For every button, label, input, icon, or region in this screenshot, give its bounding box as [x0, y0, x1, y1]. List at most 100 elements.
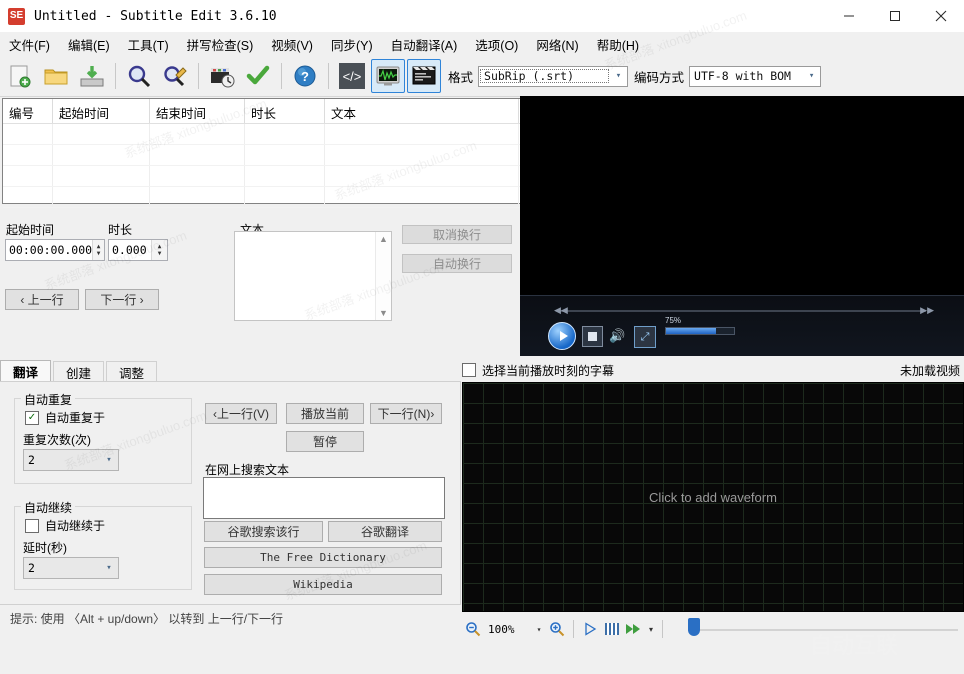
source-view-icon[interactable]: </> [335, 59, 369, 93]
help-icon[interactable]: ? [288, 59, 322, 93]
fast-forward-icon[interactable] [623, 618, 645, 640]
spinner-arrows-icon[interactable]: ▲▼ [151, 240, 167, 260]
previous-line-button[interactable]: ‹ 上一行 [5, 289, 79, 310]
checkbox-checked-icon: ✓ [25, 411, 39, 425]
zoom-in-icon[interactable] [546, 618, 568, 640]
column-text[interactable]: 文本 [325, 99, 519, 123]
column-number[interactable]: 编号 [3, 99, 53, 123]
video-surface[interactable] [520, 96, 964, 296]
menu-video[interactable]: 视频(V) [262, 32, 322, 57]
next-line-button[interactable]: 下一行 › [85, 289, 159, 310]
chevron-down-icon: ▾ [100, 563, 118, 573]
translate-next-line-button[interactable]: 下一行(N)› [370, 403, 442, 424]
svg-text:</>: </> [343, 69, 362, 84]
pause-button[interactable]: 暂停 [286, 431, 364, 452]
web-search-input[interactable] [203, 477, 445, 519]
menu-options[interactable]: 选项(O) [466, 32, 527, 57]
stop-button[interactable] [582, 326, 603, 347]
table-row[interactable] [3, 145, 521, 166]
open-folder-icon[interactable] [39, 59, 73, 93]
waveform-canvas[interactable]: Click to add waveform [462, 382, 964, 612]
grid-icon[interactable] [601, 618, 623, 640]
select-current-subtitle-checkbox[interactable] [462, 363, 476, 377]
unbreak-button[interactable]: 取消换行 [402, 225, 512, 244]
format-label: 格式 [448, 67, 473, 86]
table-row[interactable] [3, 187, 521, 208]
tab-translate[interactable]: 翻译 [0, 360, 51, 382]
fix-common-errors-icon[interactable] [241, 59, 275, 93]
web-search-group: 在网上搜索文本 [203, 469, 443, 519]
menu-network[interactable]: 网络(N) [527, 32, 587, 57]
minimize-button[interactable] [826, 0, 872, 32]
wikipedia-button[interactable]: Wikipedia [204, 574, 442, 595]
slider-thumb[interactable] [688, 618, 700, 636]
waveform-zoom-select[interactable]: 100% ▾ [484, 620, 546, 639]
free-dictionary-button[interactable]: The Free Dictionary [204, 547, 442, 568]
menu-edit[interactable]: 编辑(E) [59, 32, 119, 57]
forward-icon[interactable]: ▶▶ [920, 305, 934, 316]
google-search-button[interactable]: 谷歌搜索该行 [204, 521, 323, 542]
translate-previous-line-button[interactable]: ‹上一行(V) [205, 403, 277, 424]
menu-synchronization[interactable]: 同步(Y) [322, 32, 382, 57]
svg-text:?: ? [301, 69, 309, 84]
play-button[interactable] [548, 322, 576, 350]
spinner-arrows-icon[interactable]: ▲▼ [92, 240, 104, 260]
search-icon[interactable] [122, 59, 156, 93]
fullscreen-icon[interactable]: ⤢ [634, 326, 656, 348]
scroll-up-icon[interactable]: ▲ [379, 234, 388, 244]
new-file-icon[interactable] [3, 59, 37, 93]
title-bar: SE Untitled - Subtitle Edit 3.6.10 [0, 0, 964, 33]
repeat-count-value: 2 [24, 453, 100, 467]
table-row[interactable] [3, 166, 521, 187]
auto-continue-checkbox[interactable]: 自动继续于 [25, 517, 105, 534]
tab-create[interactable]: 创建 [53, 361, 104, 382]
waveform-placeholder-text: Click to add waveform [649, 490, 777, 505]
sync-timing-icon[interactable] [205, 59, 239, 93]
volume-slider[interactable] [665, 327, 735, 335]
menu-auto-translate[interactable]: 自动翻译(A) [382, 32, 467, 57]
video-seek-bar[interactable]: ◀◀ ▶▶ [536, 305, 948, 317]
menu-spellcheck[interactable]: 拼写检查(S) [178, 32, 263, 57]
format-value: SubRip (.srt) [480, 69, 609, 83]
google-translate-button[interactable]: 谷歌翻译 [328, 521, 442, 542]
table-row[interactable] [3, 124, 521, 145]
text-scrollbar[interactable]: ▲ ▼ [375, 232, 391, 320]
delay-select[interactable]: 2 ▾ [23, 557, 119, 579]
subtitle-text-input[interactable]: ▲ ▼ [234, 231, 392, 321]
subtitle-text-value[interactable] [235, 232, 375, 320]
menu-file[interactable]: 文件(F) [0, 32, 59, 57]
zoom-out-icon[interactable] [462, 618, 484, 640]
column-end-time[interactable]: 结束时间 [150, 99, 245, 123]
menu-bar: 文件(F) 编辑(E) 工具(T) 拼写检查(S) 视频(V) 同步(Y) 自动… [0, 32, 964, 56]
toggle-video-icon[interactable] [407, 59, 441, 93]
close-button[interactable] [918, 0, 964, 32]
scroll-down-icon[interactable]: ▼ [379, 308, 388, 318]
replace-icon[interactable] [158, 59, 192, 93]
menu-help[interactable]: 帮助(H) [588, 32, 648, 57]
menu-tools[interactable]: 工具(T) [119, 32, 178, 57]
waveform-play-icon[interactable] [579, 618, 601, 640]
volume-icon[interactable]: 🔊 [608, 326, 627, 345]
start-time-input[interactable]: 00:00:00.000 ▲▼ [5, 239, 105, 261]
play-current-button[interactable]: 播放当前 [286, 403, 364, 424]
column-start-time[interactable]: 起始时间 [53, 99, 150, 123]
column-duration[interactable]: 时长 [245, 99, 325, 123]
encoding-label: 编码方式 [634, 67, 684, 86]
save-icon[interactable] [75, 59, 109, 93]
encoding-select[interactable]: UTF-8 with BOM ▾ [689, 66, 821, 87]
chevron-down-icon: ▾ [100, 455, 118, 465]
maximize-button[interactable] [872, 0, 918, 32]
tab-adjust[interactable]: 调整 [106, 361, 157, 382]
format-select[interactable]: SubRip (.srt) ▾ [478, 66, 628, 87]
fast-forward-dropdown-icon[interactable]: ▾ [645, 618, 657, 640]
toggle-waveform-icon[interactable] [371, 59, 405, 93]
subtitle-list[interactable]: 编号 起始时间 结束时间 时长 文本 [2, 98, 522, 204]
duration-input[interactable]: 0.000 ▲▼ [108, 239, 168, 261]
repeat-count-select[interactable]: 2 ▾ [23, 449, 119, 471]
waveform-position-slider[interactable] [688, 626, 958, 634]
auto-break-button[interactable]: 自动换行 [402, 254, 512, 273]
encoding-value: UTF-8 with BOM [690, 69, 803, 83]
rewind-icon[interactable]: ◀◀ [554, 305, 568, 316]
video-player-panel[interactable]: ◀◀ ▶▶ 🔊 ⤢ 75% [520, 96, 964, 356]
auto-repeat-checkbox[interactable]: ✓ 自动重复于 [25, 409, 105, 426]
